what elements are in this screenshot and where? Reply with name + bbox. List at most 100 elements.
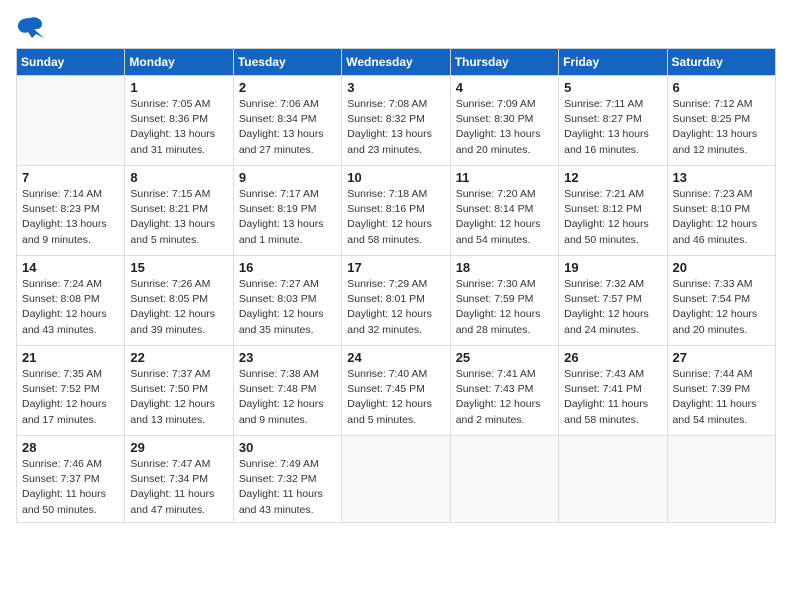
day-info: Sunrise: 7:26 AM Sunset: 8:05 PM Dayligh…: [130, 277, 227, 338]
day-info: Sunrise: 7:14 AM Sunset: 8:23 PM Dayligh…: [22, 187, 119, 248]
day-number: 30: [239, 440, 336, 455]
day-number: 27: [673, 350, 770, 365]
day-number: 22: [130, 350, 227, 365]
day-info: Sunrise: 7:37 AM Sunset: 7:50 PM Dayligh…: [130, 367, 227, 428]
day-number: 13: [673, 170, 770, 185]
day-info: Sunrise: 7:35 AM Sunset: 7:52 PM Dayligh…: [22, 367, 119, 428]
day-info: Sunrise: 7:41 AM Sunset: 7:43 PM Dayligh…: [456, 367, 553, 428]
week-row-4: 21 Sunrise: 7:35 AM Sunset: 7:52 PM Dayli…: [17, 346, 776, 436]
day-info: Sunrise: 7:32 AM Sunset: 7:57 PM Dayligh…: [564, 277, 661, 338]
calendar-cell: 27 Sunrise: 7:44 AM Sunset: 7:39 PM Dayli…: [667, 346, 775, 436]
day-number: 25: [456, 350, 553, 365]
day-info: Sunrise: 7:38 AM Sunset: 7:48 PM Dayligh…: [239, 367, 336, 428]
day-info: Sunrise: 7:30 AM Sunset: 7:59 PM Dayligh…: [456, 277, 553, 338]
calendar-cell: 23 Sunrise: 7:38 AM Sunset: 7:48 PM Dayli…: [233, 346, 341, 436]
calendar-cell: 20 Sunrise: 7:33 AM Sunset: 7:54 PM Dayli…: [667, 256, 775, 346]
day-number: 26: [564, 350, 661, 365]
day-header-sunday: Sunday: [17, 49, 125, 76]
calendar-cell: 6Sunrise: 7:12 AM Sunset: 8:25 PM Daylig…: [667, 76, 775, 166]
day-info: Sunrise: 7:15 AM Sunset: 8:21 PM Dayligh…: [130, 187, 227, 248]
day-info: Sunrise: 7:21 AM Sunset: 8:12 PM Dayligh…: [564, 187, 661, 248]
day-number: 6: [673, 80, 770, 95]
day-info: Sunrise: 7:27 AM Sunset: 8:03 PM Dayligh…: [239, 277, 336, 338]
day-info: Sunrise: 7:11 AM Sunset: 8:27 PM Dayligh…: [564, 97, 661, 158]
day-number: 17: [347, 260, 444, 275]
calendar-cell: 17 Sunrise: 7:29 AM Sunset: 8:01 PM Dayli…: [342, 256, 450, 346]
day-number: 29: [130, 440, 227, 455]
day-info: Sunrise: 7:06 AM Sunset: 8:34 PM Dayligh…: [239, 97, 336, 158]
page-header: [16, 16, 776, 40]
day-header-thursday: Thursday: [450, 49, 558, 76]
day-info: Sunrise: 7:33 AM Sunset: 7:54 PM Dayligh…: [673, 277, 770, 338]
day-number: 2: [239, 80, 336, 95]
day-header-monday: Monday: [125, 49, 233, 76]
calendar-cell: 11Sunrise: 7:20 AM Sunset: 8:14 PM Dayli…: [450, 166, 558, 256]
week-row-3: 14 Sunrise: 7:24 AM Sunset: 8:08 PM Dayli…: [17, 256, 776, 346]
day-number: 10: [347, 170, 444, 185]
week-row-1: 1 Sunrise: 7:05 AM Sunset: 8:36 PM Daylig…: [17, 76, 776, 166]
day-number: 7: [22, 170, 119, 185]
calendar-cell: 1 Sunrise: 7:05 AM Sunset: 8:36 PM Daylig…: [125, 76, 233, 166]
day-info: Sunrise: 7:43 AM Sunset: 7:41 PM Dayligh…: [564, 367, 661, 428]
logo-icon: [16, 16, 44, 40]
week-row-5: 28 Sunrise: 7:46 AM Sunset: 7:37 PM Dayli…: [17, 436, 776, 523]
calendar-cell: [17, 76, 125, 166]
calendar-cell: 12 Sunrise: 7:21 AM Sunset: 8:12 PM Dayli…: [559, 166, 667, 256]
day-number: 28: [22, 440, 119, 455]
calendar-cell: 30Sunrise: 7:49 AM Sunset: 7:32 PM Dayli…: [233, 436, 341, 523]
day-info: Sunrise: 7:09 AM Sunset: 8:30 PM Dayligh…: [456, 97, 553, 158]
calendar-cell: 24 Sunrise: 7:40 AM Sunset: 7:45 PM Dayli…: [342, 346, 450, 436]
day-header-wednesday: Wednesday: [342, 49, 450, 76]
day-info: Sunrise: 7:47 AM Sunset: 7:34 PM Dayligh…: [130, 457, 227, 518]
day-number: 21: [22, 350, 119, 365]
calendar-cell: 5 Sunrise: 7:11 AM Sunset: 8:27 PM Daylig…: [559, 76, 667, 166]
day-header-saturday: Saturday: [667, 49, 775, 76]
day-number: 23: [239, 350, 336, 365]
calendar-cell: 3 Sunrise: 7:08 AM Sunset: 8:32 PM Daylig…: [342, 76, 450, 166]
day-number: 14: [22, 260, 119, 275]
week-row-2: 7 Sunrise: 7:14 AM Sunset: 8:23 PM Daylig…: [17, 166, 776, 256]
calendar-cell: 10 Sunrise: 7:18 AM Sunset: 8:16 PM Dayli…: [342, 166, 450, 256]
calendar-cell: 25 Sunrise: 7:41 AM Sunset: 7:43 PM Dayli…: [450, 346, 558, 436]
calendar-cell: 18 Sunrise: 7:30 AM Sunset: 7:59 PM Dayli…: [450, 256, 558, 346]
calendar-cell: 28 Sunrise: 7:46 AM Sunset: 7:37 PM Dayli…: [17, 436, 125, 523]
calendar-cell: 9Sunrise: 7:17 AM Sunset: 8:19 PM Daylig…: [233, 166, 341, 256]
calendar-cell: [342, 436, 450, 523]
day-info: Sunrise: 7:18 AM Sunset: 8:16 PM Dayligh…: [347, 187, 444, 248]
day-number: 5: [564, 80, 661, 95]
day-info: Sunrise: 7:46 AM Sunset: 7:37 PM Dayligh…: [22, 457, 119, 518]
day-number: 16: [239, 260, 336, 275]
day-number: 3: [347, 80, 444, 95]
day-info: Sunrise: 7:05 AM Sunset: 8:36 PM Dayligh…: [130, 97, 227, 158]
calendar-cell: 8 Sunrise: 7:15 AM Sunset: 8:21 PM Daylig…: [125, 166, 233, 256]
day-info: Sunrise: 7:44 AM Sunset: 7:39 PM Dayligh…: [673, 367, 770, 428]
calendar-cell: 19Sunrise: 7:32 AM Sunset: 7:57 PM Dayli…: [559, 256, 667, 346]
calendar-cell: 14 Sunrise: 7:24 AM Sunset: 8:08 PM Dayli…: [17, 256, 125, 346]
calendar-cell: 26 Sunrise: 7:43 AM Sunset: 7:41 PM Dayli…: [559, 346, 667, 436]
day-number: 4: [456, 80, 553, 95]
day-info: Sunrise: 7:40 AM Sunset: 7:45 PM Dayligh…: [347, 367, 444, 428]
day-number: 8: [130, 170, 227, 185]
day-number: 24: [347, 350, 444, 365]
day-header-tuesday: Tuesday: [233, 49, 341, 76]
day-number: 12: [564, 170, 661, 185]
calendar-cell: 7 Sunrise: 7:14 AM Sunset: 8:23 PM Daylig…: [17, 166, 125, 256]
day-number: 11: [456, 170, 553, 185]
day-info: Sunrise: 7:08 AM Sunset: 8:32 PM Dayligh…: [347, 97, 444, 158]
logo: [16, 16, 48, 40]
calendar-header-row: SundayMondayTuesdayWednesdayThursdayFrid…: [17, 49, 776, 76]
calendar-cell: 29 Sunrise: 7:47 AM Sunset: 7:34 PM Dayli…: [125, 436, 233, 523]
day-number: 9: [239, 170, 336, 185]
day-number: 20: [673, 260, 770, 275]
day-info: Sunrise: 7:29 AM Sunset: 8:01 PM Dayligh…: [347, 277, 444, 338]
day-header-friday: Friday: [559, 49, 667, 76]
calendar-cell: [559, 436, 667, 523]
day-info: Sunrise: 7:24 AM Sunset: 8:08 PM Dayligh…: [22, 277, 119, 338]
day-info: Sunrise: 7:23 AM Sunset: 8:10 PM Dayligh…: [673, 187, 770, 248]
day-number: 1: [130, 80, 227, 95]
calendar-cell: [667, 436, 775, 523]
calendar-cell: 4 Sunrise: 7:09 AM Sunset: 8:30 PM Daylig…: [450, 76, 558, 166]
day-number: 18: [456, 260, 553, 275]
calendar-cell: 13 Sunrise: 7:23 AM Sunset: 8:10 PM Dayli…: [667, 166, 775, 256]
calendar-cell: 21 Sunrise: 7:35 AM Sunset: 7:52 PM Dayli…: [17, 346, 125, 436]
